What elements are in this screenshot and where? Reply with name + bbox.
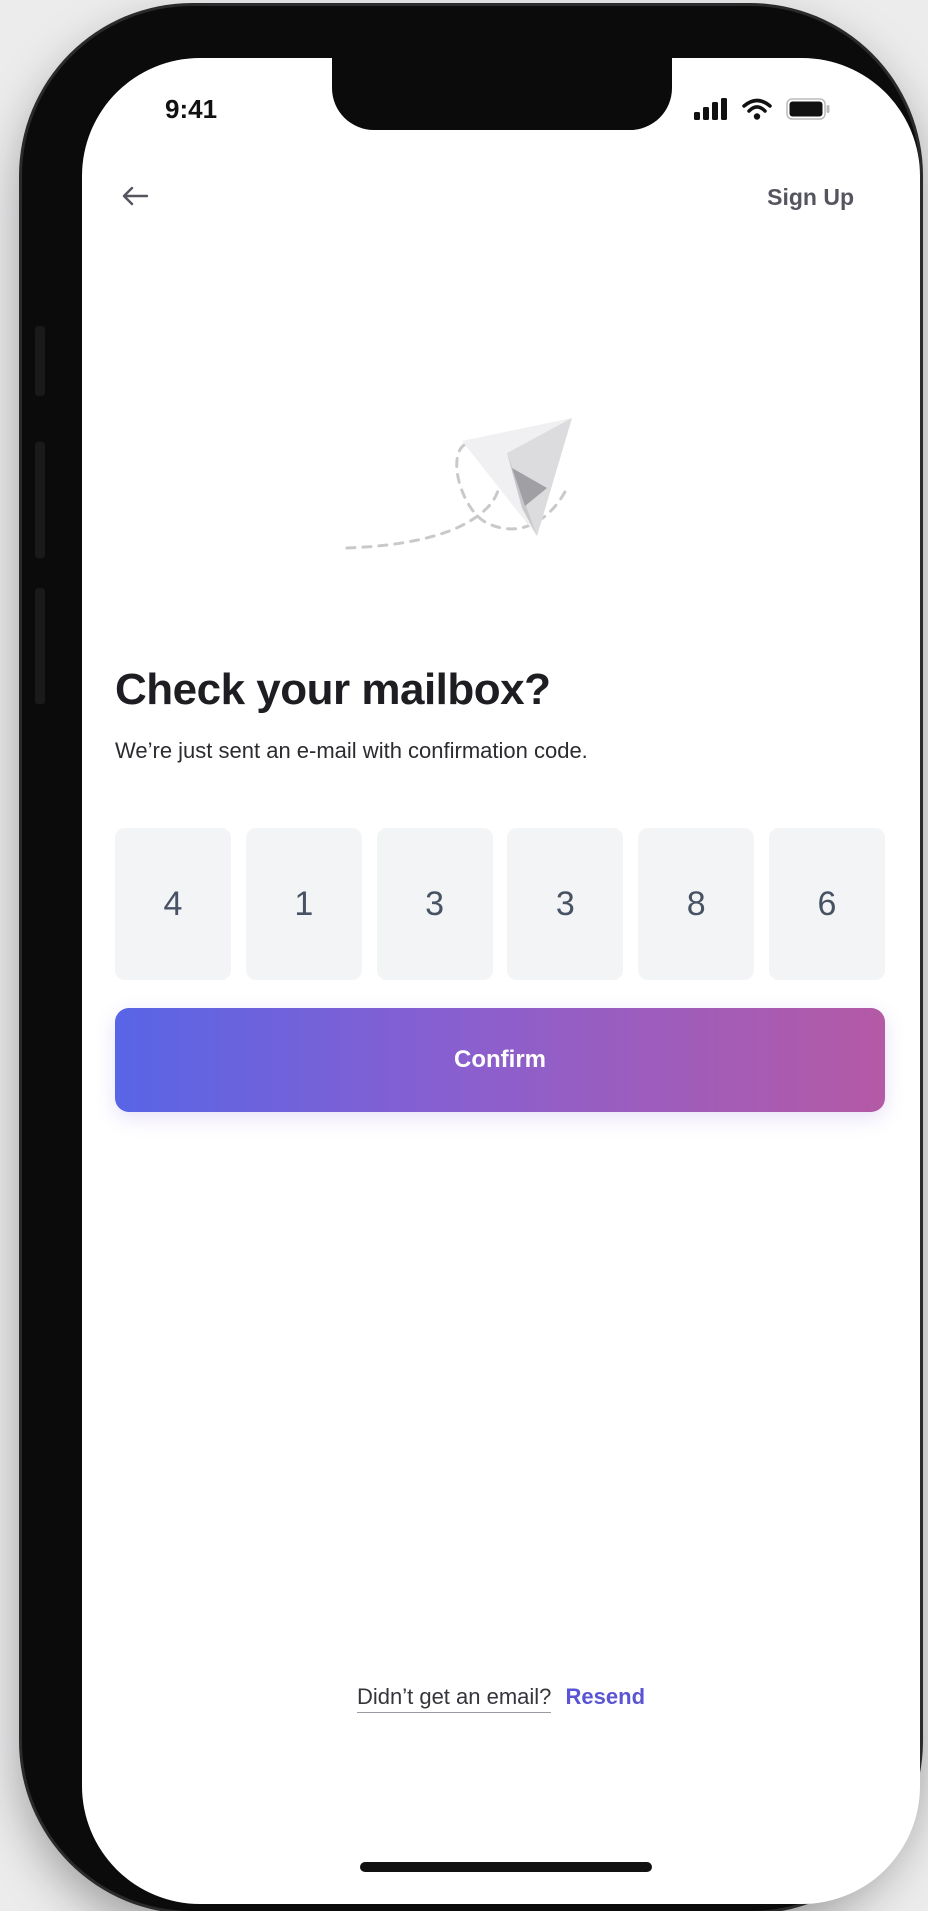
- code-digit-6[interactable]: 6: [768, 828, 885, 980]
- status-icons: [694, 98, 830, 125]
- page-title: Check your mailbox?: [115, 665, 551, 714]
- confirm-button[interactable]: Confirm: [115, 1008, 885, 1112]
- code-digit-2[interactable]: 1: [245, 828, 362, 980]
- page-subtitle: We’re just sent an e-mail with confirmat…: [115, 738, 588, 763]
- resend-row: Didn’t get an email? Resend: [82, 1684, 920, 1713]
- code-digit-1[interactable]: 4: [115, 828, 231, 980]
- back-button[interactable]: [115, 178, 155, 218]
- notch: [332, 58, 672, 130]
- resend-question: Didn’t get an email?: [356, 1684, 552, 1713]
- signal-icon: [694, 98, 728, 125]
- wifi-icon: [742, 98, 772, 125]
- code-digit-5[interactable]: 8: [638, 828, 755, 980]
- arrow-left-icon: [120, 184, 150, 213]
- verification-code-inputs: 4 1 3 3 8 6: [115, 828, 885, 980]
- code-digit-4[interactable]: 3: [507, 828, 624, 980]
- volume-down-button: [35, 588, 45, 704]
- battery-icon: [786, 98, 830, 125]
- code-digit-3[interactable]: 3: [376, 828, 493, 980]
- status-time: 9:41: [165, 94, 218, 124]
- paper-plane-illustration: [337, 358, 717, 623]
- phone-frame: 9:41 Sign Up Check your mailbox? We’re j…: [22, 6, 920, 1911]
- sign-up-link[interactable]: Sign Up: [767, 184, 854, 211]
- home-indicator[interactable]: [360, 1862, 652, 1872]
- screen: 9:41 Sign Up Check your mailbox? We’re j…: [82, 58, 920, 1904]
- resend-link[interactable]: Resend: [566, 1684, 645, 1709]
- volume-up-button: [35, 442, 45, 558]
- mute-switch: [35, 326, 45, 396]
